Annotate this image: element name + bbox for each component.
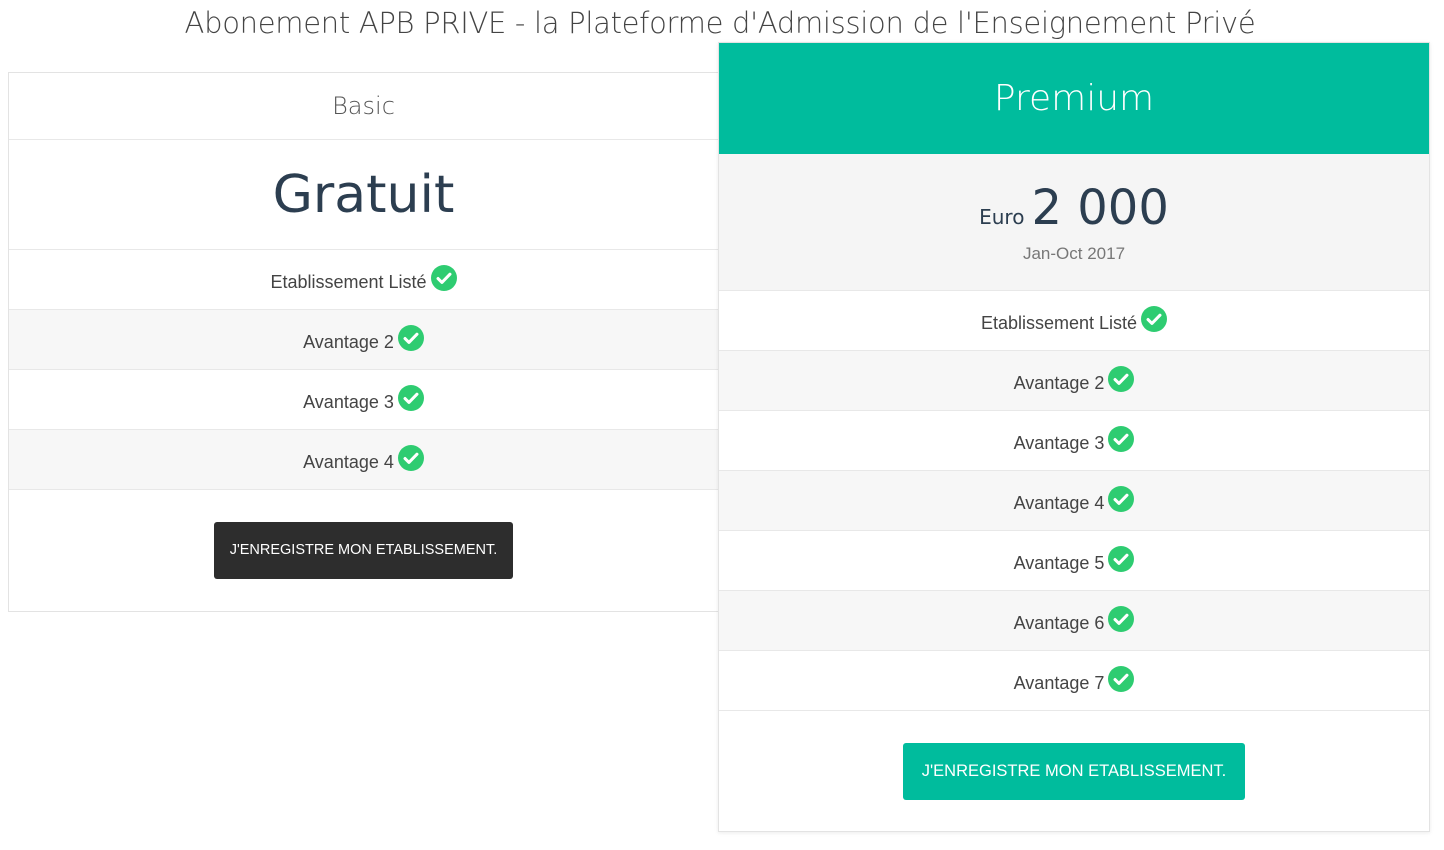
feature-item: Avantage 2 bbox=[9, 310, 718, 370]
feature-item: Avantage 4 bbox=[719, 471, 1429, 531]
page-title: Abonement APB PRIVE - la Plateforme d'Ad… bbox=[184, 6, 1256, 40]
cta-area-basic: J'ENREGISTRE MON ETABLISSEMENT. bbox=[9, 490, 718, 610]
price-amount: 2 000 bbox=[1031, 180, 1169, 236]
feature-label: Avantage 3 bbox=[303, 392, 394, 412]
check-circle-icon bbox=[430, 264, 457, 291]
feature-item: Etablissement Listé bbox=[9, 250, 718, 310]
feature-item: Avantage 4 bbox=[9, 430, 718, 490]
price-line: Euro 2 000 bbox=[979, 180, 1169, 236]
check-circle-icon bbox=[397, 324, 424, 351]
check-circle-icon bbox=[1141, 305, 1168, 332]
feature-label: Avantage 4 bbox=[1013, 493, 1105, 513]
feature-label: Etablissement Listé bbox=[270, 272, 427, 292]
check-circle-icon bbox=[1108, 605, 1135, 632]
feature-label: Avantage 2 bbox=[303, 332, 394, 352]
price-currency: Euro bbox=[979, 205, 1025, 229]
feature-item: Avantage 5 bbox=[719, 531, 1429, 591]
feature-label: Avantage 5 bbox=[1013, 553, 1105, 573]
feature-item: Avantage 3 bbox=[9, 370, 718, 430]
feature-item: Avantage 6 bbox=[719, 591, 1429, 651]
cta-area-premium: J'ENREGISTRE MON ETABLISSEMENT. bbox=[719, 711, 1429, 831]
feature-label: Avantage 3 bbox=[1013, 433, 1105, 453]
feature-label: Avantage 2 bbox=[1013, 373, 1105, 393]
check-circle-icon bbox=[1108, 485, 1135, 512]
plan-name-basic: Basic bbox=[9, 73, 718, 140]
check-circle-icon bbox=[397, 384, 424, 411]
check-circle-icon bbox=[1108, 365, 1135, 392]
feature-item: Avantage 2 bbox=[719, 351, 1429, 411]
feature-list-premium: Etablissement Listé Avantage 2 Avantage … bbox=[719, 291, 1429, 711]
feature-item: Etablissement Listé bbox=[719, 291, 1429, 351]
register-button-premium[interactable]: J'ENREGISTRE MON ETABLISSEMENT. bbox=[903, 742, 1245, 800]
plan-card-basic: Basic Gratuit Etablissement Listé Avanta… bbox=[8, 72, 719, 612]
check-circle-icon bbox=[397, 444, 424, 471]
feature-item: Avantage 3 bbox=[719, 411, 1429, 471]
plan-price-basic: Gratuit bbox=[9, 140, 718, 250]
feature-label: Avantage 7 bbox=[1013, 673, 1105, 693]
plan-card-premium: Premium Euro 2 000 Jan-Oct 2017 Etabliss… bbox=[718, 42, 1430, 832]
check-circle-icon bbox=[1108, 665, 1135, 692]
plan-name-premium: Premium bbox=[719, 43, 1429, 154]
feature-label: Avantage 4 bbox=[303, 452, 394, 472]
register-button-basic[interactable]: J'ENREGISTRE MON ETABLISSEMENT. bbox=[214, 521, 513, 579]
feature-list-basic: Etablissement Listé Avantage 2 Avantage … bbox=[9, 250, 718, 490]
feature-item: Avantage 7 bbox=[719, 651, 1429, 711]
price-period: Jan-Oct 2017 bbox=[1022, 244, 1126, 263]
plan-price-premium: Euro 2 000 Jan-Oct 2017 bbox=[719, 154, 1429, 291]
feature-label: Etablissement Listé bbox=[980, 313, 1138, 333]
check-circle-icon bbox=[1108, 545, 1135, 572]
check-circle-icon bbox=[1108, 425, 1135, 452]
feature-label: Avantage 6 bbox=[1013, 613, 1105, 633]
